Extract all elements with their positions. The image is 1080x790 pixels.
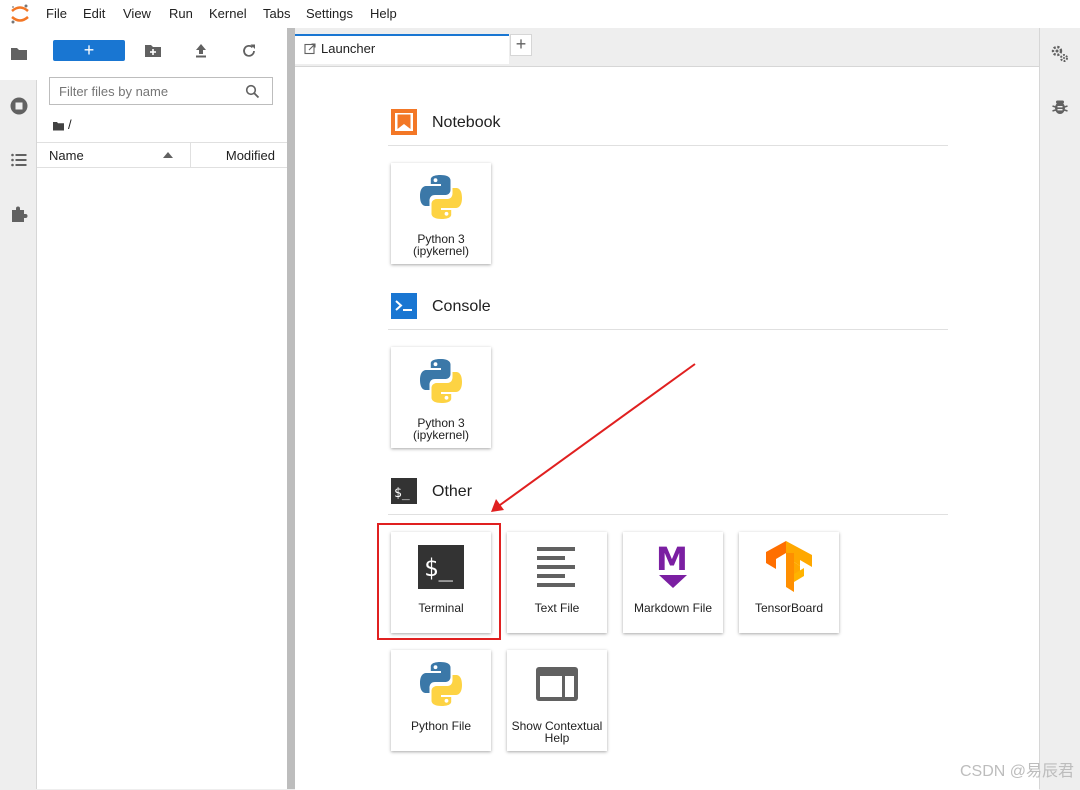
menu-edit[interactable]: Edit [83, 6, 105, 21]
tab-launcher-label: Launcher [321, 41, 376, 56]
menu-settings[interactable]: Settings [306, 6, 353, 21]
jupyter-logo-icon[interactable] [9, 3, 31, 25]
running-icon[interactable] [9, 96, 29, 116]
file-list-header: Name Modified [37, 142, 287, 168]
panel-splitter[interactable] [287, 28, 295, 789]
debugger-icon[interactable] [1051, 98, 1069, 116]
column-modified[interactable]: Modified [226, 148, 275, 163]
left-sidebar [0, 28, 39, 789]
file-browser-panel: + / Name Modified [37, 28, 287, 789]
extension-icon[interactable] [9, 204, 29, 224]
menu-run[interactable]: Run [169, 6, 193, 21]
add-tab-button[interactable]: + [510, 34, 532, 56]
menu-help[interactable]: Help [370, 6, 397, 21]
menu-view[interactable]: View [123, 6, 151, 21]
folder-mini-icon [53, 121, 64, 131]
watermark: CSDN @易辰君 [959, 763, 1074, 780]
toc-icon[interactable] [9, 150, 29, 170]
launcher-panel: Notebook Python 3 (ipykernel) Console Py… [295, 66, 1039, 790]
menu-tabs[interactable]: Tabs [263, 6, 290, 21]
folder-icon[interactable] [9, 44, 29, 64]
property-inspector-icon[interactable] [1051, 45, 1069, 63]
sort-ascending-icon[interactable] [163, 152, 173, 158]
filter-files-input-box[interactable] [49, 77, 273, 105]
column-separator[interactable] [190, 143, 191, 167]
tab-bar: Launcher + [295, 28, 1039, 64]
filter-files-input[interactable] [57, 83, 241, 100]
breadcrumb-root[interactable]: / [68, 117, 72, 132]
menu-kernel[interactable]: Kernel [209, 6, 247, 21]
column-name[interactable]: Name [49, 148, 84, 163]
breadcrumb[interactable]: / [53, 117, 72, 132]
menu-file[interactable]: File [46, 6, 67, 21]
tab-launcher[interactable]: Launcher [295, 34, 509, 64]
upload-icon[interactable] [192, 42, 210, 60]
menubar: File Edit View Run Kernel Tabs Settings … [0, 0, 1080, 29]
launch-icon [304, 43, 316, 55]
refresh-icon[interactable] [240, 42, 258, 60]
annotation-arrow [491, 363, 696, 512]
new-folder-icon[interactable] [144, 42, 162, 60]
right-sidebar [1039, 28, 1080, 789]
search-icon [245, 84, 260, 99]
new-launcher-button[interactable]: + [53, 40, 125, 61]
